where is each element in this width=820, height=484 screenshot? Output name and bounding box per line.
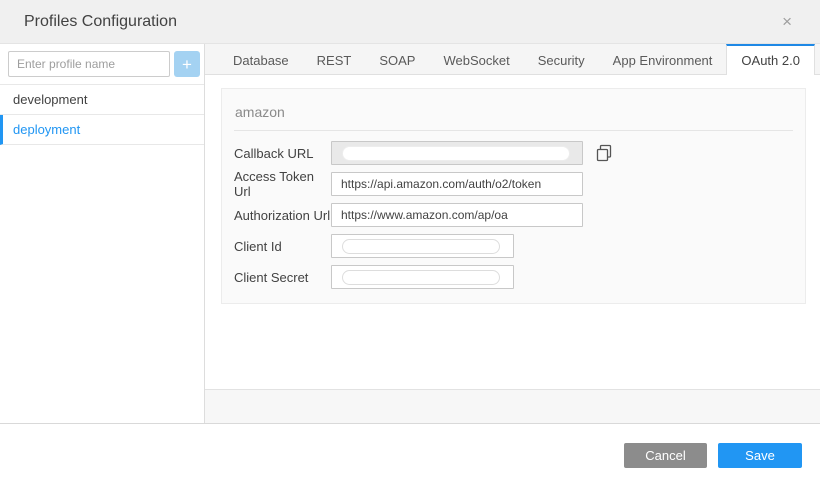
- tab-app-environment[interactable]: App Environment: [599, 44, 727, 74]
- profile-item-deployment[interactable]: deployment: [0, 115, 204, 145]
- client-id-label: Client Id: [234, 239, 331, 254]
- tab-security[interactable]: Security: [524, 44, 599, 74]
- dialog-action-bar: Cancel Save: [0, 424, 820, 484]
- tab-content-column: Database REST SOAP WebSocket Security Ap…: [205, 44, 820, 423]
- authorization-url-label: Authorization Url: [234, 208, 331, 223]
- tab-websocket[interactable]: WebSocket: [429, 44, 523, 74]
- client-secret-field[interactable]: [331, 265, 514, 289]
- client-id-field[interactable]: [331, 234, 514, 258]
- callback-url-label: Callback URL: [234, 146, 331, 161]
- copy-button[interactable]: [596, 144, 614, 162]
- tab-database[interactable]: Database: [219, 44, 303, 74]
- client-secret-row: Client Secret: [234, 265, 793, 289]
- tab-bar: Database REST SOAP WebSocket Security Ap…: [205, 44, 820, 75]
- client-secret-label: Client Secret: [234, 270, 331, 285]
- dialog-title: Profiles Configuration: [24, 13, 177, 31]
- redacted-value: [342, 146, 570, 161]
- section-title: amazon: [234, 89, 793, 130]
- profile-item-label: deployment: [13, 122, 80, 137]
- tab-rest[interactable]: REST: [303, 44, 366, 74]
- add-profile-button[interactable]: +: [174, 51, 200, 77]
- access-token-url-label: Access Token Url: [234, 169, 331, 199]
- section-divider: [234, 130, 793, 131]
- profile-item-label: development: [13, 92, 87, 107]
- redacted-value: [342, 270, 500, 285]
- profiles-configuration-dialog: Profiles Configuration × + development d…: [0, 0, 820, 484]
- tab-oauth-2-0[interactable]: OAuth 2.0: [726, 44, 815, 75]
- save-button[interactable]: Save: [718, 443, 802, 468]
- dialog-body: + development deployment Database REST S…: [0, 44, 820, 424]
- close-icon[interactable]: ×: [778, 11, 796, 32]
- profile-item-development[interactable]: development: [0, 85, 204, 115]
- tab-soap[interactable]: SOAP: [365, 44, 429, 74]
- access-token-url-row: Access Token Url: [234, 172, 793, 196]
- amazon-settings-panel: amazon Callback URL: [221, 88, 806, 304]
- profile-name-input[interactable]: [8, 51, 170, 77]
- access-token-url-input[interactable]: [331, 172, 583, 196]
- authorization-url-input[interactable]: [331, 203, 583, 227]
- profiles-sidebar: + development deployment: [0, 44, 205, 423]
- callback-url-row: Callback URL: [234, 141, 793, 165]
- dialog-header: Profiles Configuration ×: [0, 0, 820, 44]
- profile-input-row: +: [0, 44, 204, 84]
- cancel-button[interactable]: Cancel: [624, 443, 707, 468]
- tab-panel-footer-strip: [205, 389, 820, 423]
- oauth-tab-panel: amazon Callback URL: [205, 75, 820, 389]
- authorization-url-row: Authorization Url: [234, 203, 793, 227]
- redacted-value: [342, 239, 500, 254]
- profile-list: development deployment: [0, 84, 204, 145]
- client-id-row: Client Id: [234, 234, 793, 258]
- callback-url-field[interactable]: [331, 141, 583, 165]
- copy-icon: [596, 144, 614, 162]
